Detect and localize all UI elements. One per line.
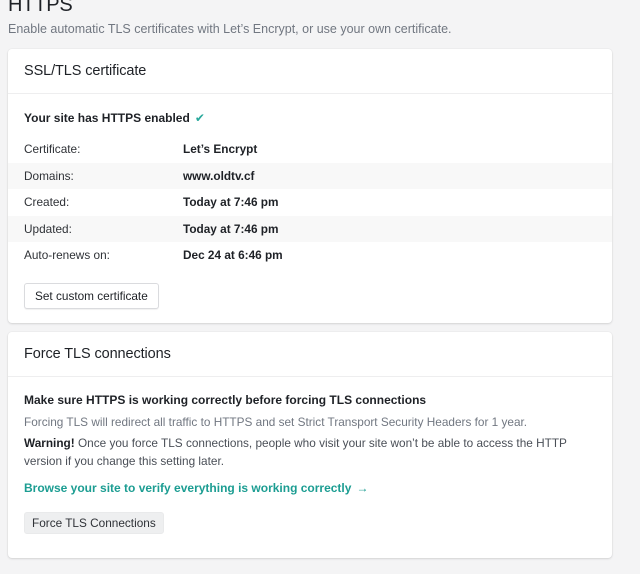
detail-value: Today at 7:46 pm — [183, 195, 279, 210]
detail-value: Let’s Encrypt — [183, 142, 258, 157]
tls-description: Forcing TLS will redirect all traffic to… — [24, 415, 528, 429]
page-title: HTTPS — [8, 0, 73, 16]
detail-value: Today at 7:46 pm — [183, 221, 279, 236]
detail-key: Domains: — [24, 168, 74, 183]
force-tls-connections-button[interactable]: Force TLS Connections — [24, 512, 164, 534]
detail-row-domains: Domains: www.oldtv.cf — [8, 162, 612, 189]
detail-key: Updated: — [24, 221, 72, 236]
detail-key: Created: — [24, 195, 70, 210]
https-status: Your site has HTTPS enabled ✔ — [24, 109, 596, 127]
ssl-certificate-card: SSL/TLS certificate Your site has HTTPS … — [8, 49, 612, 323]
https-status-text: Your site has HTTPS enabled — [24, 111, 190, 125]
page-header: HTTPS Enable automatic TLS certificates … — [8, 0, 632, 38]
detail-row-certificate: Certificate: Let’s Encrypt — [8, 136, 612, 163]
detail-value: www.oldtv.cf — [183, 168, 255, 183]
set-custom-certificate-button[interactable]: Set custom certificate — [24, 282, 159, 309]
detail-value: Dec 24 at 6:46 pm — [183, 248, 283, 263]
tls-card-body: Make sure HTTPS is working correctly bef… — [8, 391, 612, 534]
detail-row-created: Created: Today at 7:46 pm — [8, 189, 612, 216]
tls-warning: Warning! Once you force TLS connections,… — [24, 434, 596, 470]
ssl-card-title: SSL/TLS certificate — [24, 63, 147, 79]
tls-card-header: Force TLS connections — [8, 332, 612, 377]
tls-card-title: Force TLS connections — [24, 346, 171, 362]
tls-heading: Make sure HTTPS is working correctly bef… — [24, 393, 427, 407]
certificate-details: Certificate: Let’s Encrypt Domains: www.… — [8, 136, 612, 269]
detail-key: Auto-renews on: — [24, 248, 110, 263]
warning-text: Once you force TLS connections, people w… — [24, 436, 567, 468]
detail-key: Certificate: — [24, 142, 81, 157]
force-tls-card: Force TLS connections Make sure HTTPS is… — [8, 332, 612, 558]
ssl-card-header: SSL/TLS certificate — [8, 49, 612, 94]
detail-row-auto-renews: Auto-renews on: Dec 24 at 6:46 pm — [8, 242, 612, 269]
browse-site-link-text: Browse your site to verify everything is… — [24, 481, 352, 495]
ssl-card-body: Your site has HTTPS enabled ✔ Certificat… — [8, 109, 612, 309]
page-subtitle: Enable automatic TLS certificates with L… — [8, 22, 452, 36]
browse-site-link[interactable]: Browse your site to verify everything is… — [24, 479, 368, 497]
detail-row-updated: Updated: Today at 7:46 pm — [8, 215, 612, 242]
warning-label: Warning! — [24, 436, 75, 450]
arrow-right-icon: → — [356, 481, 369, 495]
checkmark-icon: ✔ — [194, 111, 205, 125]
